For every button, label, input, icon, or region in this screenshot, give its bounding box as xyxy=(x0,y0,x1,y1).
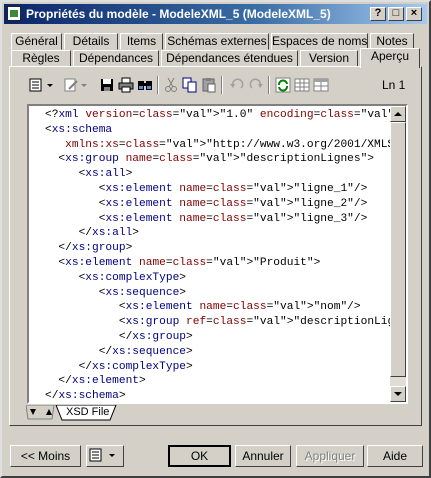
undo-icon[interactable] xyxy=(228,76,246,94)
code-line: xmlns:xs=class="val">"http://www.w3.org/… xyxy=(65,138,406,151)
code-line: <xs:sequence> xyxy=(45,286,187,299)
table-icon[interactable] xyxy=(312,76,330,94)
refresh-icon[interactable] xyxy=(274,76,292,94)
scroll-down-button[interactable] xyxy=(390,386,406,402)
find-icon[interactable] xyxy=(136,76,154,94)
model-menu-button[interactable] xyxy=(86,445,124,467)
code-line: </xs:all> xyxy=(45,227,140,240)
code-line: </xs:complexType> xyxy=(45,360,193,373)
properties-icon[interactable] xyxy=(27,76,45,94)
help-title-button[interactable]: ? xyxy=(370,7,386,21)
redo-icon[interactable] xyxy=(247,76,265,94)
code-line: </xs:element> xyxy=(45,375,146,388)
toolbar-separator xyxy=(157,76,159,94)
cut-icon[interactable] xyxy=(162,76,180,94)
vertical-scrollbar[interactable] xyxy=(390,106,406,402)
chevron-down-icon[interactable] xyxy=(45,76,55,94)
toolbar-separator xyxy=(268,76,270,94)
code-line: <xs:element name=class="val">"ligne_1"/> xyxy=(45,182,368,195)
title-bar[interactable]: Propriétés du modèle - ModeleXML_5 (Mode… xyxy=(4,4,427,24)
code-line: <xs:schema xyxy=(45,123,113,136)
window-title: Propriétés du modèle - ModeleXML_5 (Mode… xyxy=(26,7,331,21)
copy-icon[interactable] xyxy=(181,76,199,94)
tab-version[interactable]: Version xyxy=(300,50,358,67)
line-indicator: Ln 1 xyxy=(382,78,406,92)
code-line: <xs:group name=class="val">"descriptionL… xyxy=(45,153,375,166)
tab-schemas-externes[interactable]: Schémas externes xyxy=(165,33,269,50)
xml-code[interactable]: <?xml version=class="val">"1.0" encoding… xyxy=(45,108,406,403)
code-line: </xs:group> xyxy=(45,330,193,343)
help-button[interactable]: Aide xyxy=(367,445,423,467)
cancel-button[interactable]: Annuler xyxy=(235,445,291,467)
apply-button[interactable]: Appliquer xyxy=(296,445,364,467)
tab-details[interactable]: Détails xyxy=(64,33,118,50)
edit-icon[interactable] xyxy=(62,76,80,94)
tab-dependances-etendues[interactable]: Dépendances étendues xyxy=(161,50,298,67)
code-line: <xs:all> xyxy=(45,168,133,181)
maximize-button[interactable]: □ xyxy=(388,7,404,21)
scroll-up-button[interactable] xyxy=(390,106,406,122)
code-line: </xs:sequence> xyxy=(45,345,193,358)
code-line: <xs:complexType> xyxy=(45,271,187,284)
print-icon[interactable] xyxy=(117,76,135,94)
scrollbar-thumb[interactable] xyxy=(390,122,406,377)
tab-dependances[interactable]: Dépendances xyxy=(73,50,159,67)
model-icon xyxy=(7,6,21,21)
ok-button[interactable]: OK xyxy=(168,445,231,467)
close-button[interactable]: × xyxy=(406,7,422,21)
code-line: <xs:element name=class="val">"ligne_2"/> xyxy=(45,197,368,210)
code-line: </xs:group> xyxy=(45,242,133,255)
code-line: <xs:element name=class="val">"Produit"> xyxy=(45,256,321,269)
tab-items[interactable]: Items xyxy=(120,33,163,50)
chevron-down-icon[interactable] xyxy=(79,76,89,94)
file-tab-xsd[interactable]: XSD File xyxy=(66,406,109,418)
paste-icon[interactable] xyxy=(200,76,218,94)
tab-espaces-de-noms[interactable]: Espaces de noms xyxy=(271,33,368,50)
toolbar-separator xyxy=(221,76,223,94)
grid-icon[interactable] xyxy=(293,76,311,94)
code-line: <?xml version=class="val">"1.0" encoding… xyxy=(45,109,406,121)
tab-apercu[interactable]: Aperçu xyxy=(360,48,420,68)
code-line: </xs:schema> xyxy=(45,390,126,403)
tab-general[interactable]: Général xyxy=(11,33,62,50)
code-line: <xs:group ref=class="val">"descriptionLi… xyxy=(45,316,406,329)
tab-regles[interactable]: Règles xyxy=(11,50,71,67)
less-button[interactable]: << Moins xyxy=(10,445,81,467)
code-line: <xs:element name=class="val">"ligne_3"/> xyxy=(45,212,368,225)
file-tab-strip: XSD File xyxy=(25,404,120,421)
code-line: <xs:element name=class="val">"nom"/> xyxy=(45,301,361,314)
save-icon[interactable] xyxy=(98,76,116,94)
code-editor[interactable]: <?xml version=class="val">"1.0" encoding… xyxy=(27,104,408,404)
